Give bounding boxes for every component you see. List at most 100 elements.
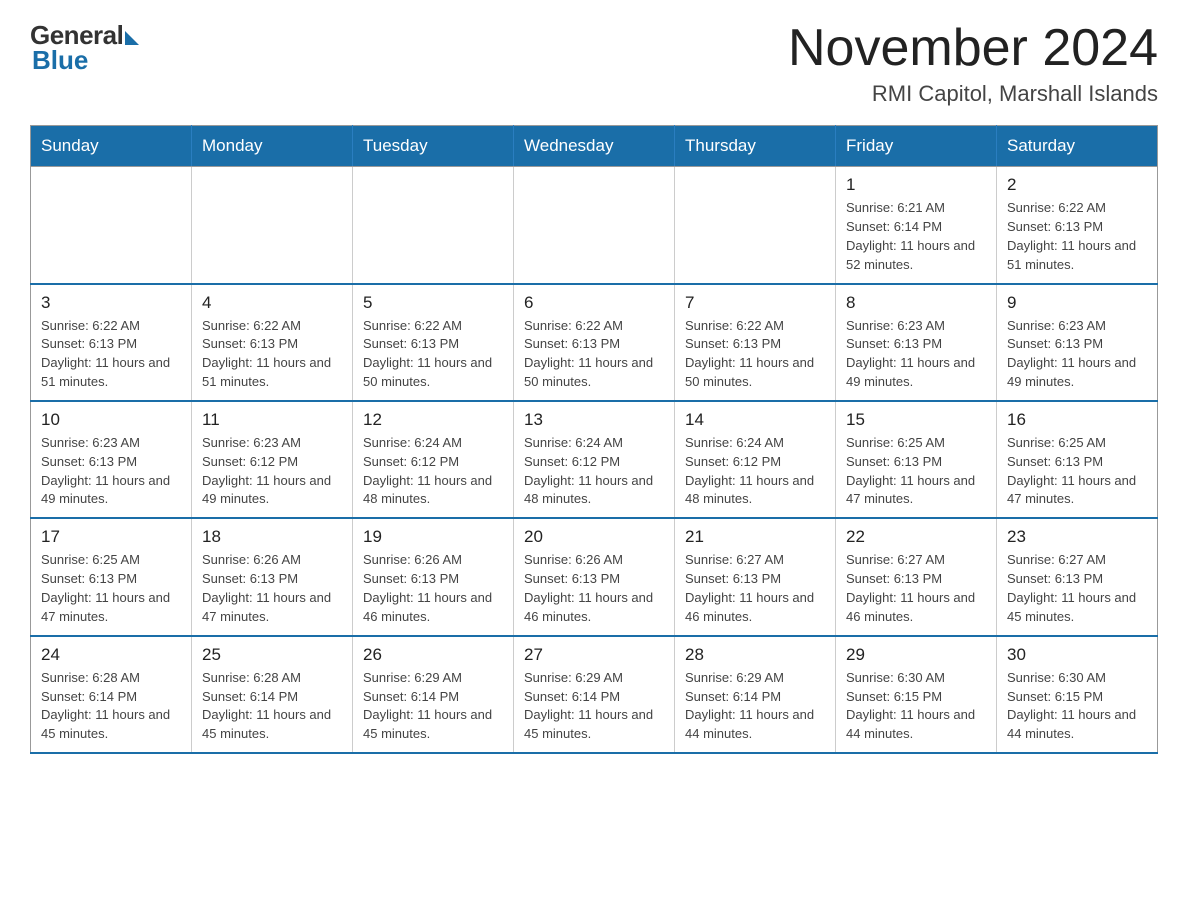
day-info: Sunrise: 6:25 AMSunset: 6:13 PMDaylight:… <box>846 434 986 509</box>
calendar-day-cell: 14 Sunrise: 6:24 AMSunset: 6:12 PMDayligh… <box>675 401 836 518</box>
calendar-day-cell: 8 Sunrise: 6:23 AMSunset: 6:13 PMDaylight… <box>836 284 997 401</box>
day-info: Sunrise: 6:29 AMSunset: 6:14 PMDaylight:… <box>685 669 825 744</box>
day-number: 4 <box>202 293 342 313</box>
calendar-week-row: 3 Sunrise: 6:22 AMSunset: 6:13 PMDaylight… <box>31 284 1158 401</box>
day-number: 11 <box>202 410 342 430</box>
day-number: 5 <box>363 293 503 313</box>
title-area: November 2024 RMI Capitol, Marshall Isla… <box>788 20 1158 107</box>
calendar-day-cell: 13Sunrise: 6:24 AMSunset: 6:12 PMDayligh… <box>514 401 675 518</box>
logo: General Blue <box>30 20 139 76</box>
calendar-day-cell: 11 Sunrise: 6:23 AMSunset: 6:12 PMDayligh… <box>192 401 353 518</box>
calendar-day-cell: 12 Sunrise: 6:24 AMSunset: 6:12 PMDayligh… <box>353 401 514 518</box>
calendar-day-cell <box>514 167 675 284</box>
day-number: 25 <box>202 645 342 665</box>
col-thursday: Thursday <box>675 126 836 167</box>
day-info: Sunrise: 6:22 AMSunset: 6:13 PMDaylight:… <box>524 317 664 392</box>
logo-blue-text: Blue <box>32 45 88 76</box>
col-wednesday: Wednesday <box>514 126 675 167</box>
calendar-day-cell: 16 Sunrise: 6:25 AMSunset: 6:13 PMDayligh… <box>997 401 1158 518</box>
logo-triangle-icon <box>125 31 139 45</box>
day-info: Sunrise: 6:26 AMSunset: 6:13 PMDaylight:… <box>524 551 664 626</box>
calendar-table: Sunday Monday Tuesday Wednesday Thursday… <box>30 125 1158 754</box>
calendar-day-cell: 9 Sunrise: 6:23 AMSunset: 6:13 PMDaylight… <box>997 284 1158 401</box>
calendar-day-cell: 30 Sunrise: 6:30 AMSunset: 6:15 PMDayligh… <box>997 636 1158 753</box>
day-number: 2 <box>1007 175 1147 195</box>
page-header: General Blue November 2024 RMI Capitol, … <box>30 20 1158 107</box>
day-number: 28 <box>685 645 825 665</box>
day-number: 30 <box>1007 645 1147 665</box>
calendar-day-cell: 26 Sunrise: 6:29 AMSunset: 6:14 PMDayligh… <box>353 636 514 753</box>
day-info: Sunrise: 6:29 AMSunset: 6:14 PMDaylight:… <box>363 669 503 744</box>
day-info: Sunrise: 6:24 AMSunset: 6:12 PMDaylight:… <box>363 434 503 509</box>
day-number: 3 <box>41 293 181 313</box>
day-number: 22 <box>846 527 986 547</box>
day-number: 15 <box>846 410 986 430</box>
day-info: Sunrise: 6:23 AMSunset: 6:13 PMDaylight:… <box>41 434 181 509</box>
day-number: 8 <box>846 293 986 313</box>
day-info: Sunrise: 6:26 AMSunset: 6:13 PMDaylight:… <box>363 551 503 626</box>
day-info: Sunrise: 6:29 AMSunset: 6:14 PMDaylight:… <box>524 669 664 744</box>
calendar-week-row: 17 Sunrise: 6:25 AMSunset: 6:13 PMDayligh… <box>31 518 1158 635</box>
calendar-day-cell <box>192 167 353 284</box>
calendar-day-cell: 15 Sunrise: 6:25 AMSunset: 6:13 PMDayligh… <box>836 401 997 518</box>
day-number: 21 <box>685 527 825 547</box>
col-tuesday: Tuesday <box>353 126 514 167</box>
location-subtitle: RMI Capitol, Marshall Islands <box>788 81 1158 107</box>
day-number: 1 <box>846 175 986 195</box>
day-info: Sunrise: 6:27 AMSunset: 6:13 PMDaylight:… <box>1007 551 1147 626</box>
day-number: 27 <box>524 645 664 665</box>
day-number: 19 <box>363 527 503 547</box>
day-info: Sunrise: 6:30 AMSunset: 6:15 PMDaylight:… <box>1007 669 1147 744</box>
col-saturday: Saturday <box>997 126 1158 167</box>
day-number: 13 <box>524 410 664 430</box>
day-info: Sunrise: 6:30 AMSunset: 6:15 PMDaylight:… <box>846 669 986 744</box>
day-number: 7 <box>685 293 825 313</box>
day-number: 26 <box>363 645 503 665</box>
day-info: Sunrise: 6:25 AMSunset: 6:13 PMDaylight:… <box>41 551 181 626</box>
day-number: 12 <box>363 410 503 430</box>
col-sunday: Sunday <box>31 126 192 167</box>
day-number: 16 <box>1007 410 1147 430</box>
calendar-day-cell: 4 Sunrise: 6:22 AMSunset: 6:13 PMDaylight… <box>192 284 353 401</box>
calendar-day-cell: 17 Sunrise: 6:25 AMSunset: 6:13 PMDayligh… <box>31 518 192 635</box>
month-title: November 2024 <box>788 20 1158 77</box>
calendar-day-cell: 2 Sunrise: 6:22 AMSunset: 6:13 PMDaylight… <box>997 167 1158 284</box>
day-info: Sunrise: 6:22 AMSunset: 6:13 PMDaylight:… <box>41 317 181 392</box>
day-info: Sunrise: 6:22 AMSunset: 6:13 PMDaylight:… <box>1007 199 1147 274</box>
day-info: Sunrise: 6:21 AMSunset: 6:14 PMDaylight:… <box>846 199 986 274</box>
calendar-day-cell: 29 Sunrise: 6:30 AMSunset: 6:15 PMDayligh… <box>836 636 997 753</box>
day-info: Sunrise: 6:23 AMSunset: 6:13 PMDaylight:… <box>846 317 986 392</box>
day-number: 23 <box>1007 527 1147 547</box>
day-info: Sunrise: 6:27 AMSunset: 6:13 PMDaylight:… <box>846 551 986 626</box>
calendar-day-cell: 23 Sunrise: 6:27 AMSunset: 6:13 PMDayligh… <box>997 518 1158 635</box>
day-number: 9 <box>1007 293 1147 313</box>
day-info: Sunrise: 6:26 AMSunset: 6:13 PMDaylight:… <box>202 551 342 626</box>
day-info: Sunrise: 6:25 AMSunset: 6:13 PMDaylight:… <box>1007 434 1147 509</box>
calendar-day-cell: 5Sunrise: 6:22 AMSunset: 6:13 PMDaylight… <box>353 284 514 401</box>
calendar-day-cell: 24Sunrise: 6:28 AMSunset: 6:14 PMDayligh… <box>31 636 192 753</box>
day-number: 20 <box>524 527 664 547</box>
day-info: Sunrise: 6:22 AMSunset: 6:13 PMDaylight:… <box>685 317 825 392</box>
calendar-day-cell: 22 Sunrise: 6:27 AMSunset: 6:13 PMDayligh… <box>836 518 997 635</box>
calendar-day-cell: 21Sunrise: 6:27 AMSunset: 6:13 PMDayligh… <box>675 518 836 635</box>
day-number: 29 <box>846 645 986 665</box>
calendar-day-cell: 7 Sunrise: 6:22 AMSunset: 6:13 PMDaylight… <box>675 284 836 401</box>
col-friday: Friday <box>836 126 997 167</box>
calendar-day-cell: 1 Sunrise: 6:21 AMSunset: 6:14 PMDaylight… <box>836 167 997 284</box>
calendar-header-row: Sunday Monday Tuesday Wednesday Thursday… <box>31 126 1158 167</box>
day-info: Sunrise: 6:24 AMSunset: 6:12 PMDaylight:… <box>685 434 825 509</box>
day-info: Sunrise: 6:23 AMSunset: 6:12 PMDaylight:… <box>202 434 342 509</box>
calendar-day-cell <box>675 167 836 284</box>
day-number: 14 <box>685 410 825 430</box>
day-number: 24 <box>41 645 181 665</box>
calendar-week-row: 10Sunrise: 6:23 AMSunset: 6:13 PMDayligh… <box>31 401 1158 518</box>
day-number: 17 <box>41 527 181 547</box>
calendar-day-cell: 25Sunrise: 6:28 AMSunset: 6:14 PMDayligh… <box>192 636 353 753</box>
calendar-day-cell <box>31 167 192 284</box>
day-info: Sunrise: 6:23 AMSunset: 6:13 PMDaylight:… <box>1007 317 1147 392</box>
day-info: Sunrise: 6:22 AMSunset: 6:13 PMDaylight:… <box>202 317 342 392</box>
day-number: 18 <box>202 527 342 547</box>
calendar-day-cell: 20 Sunrise: 6:26 AMSunset: 6:13 PMDayligh… <box>514 518 675 635</box>
calendar-day-cell: 28 Sunrise: 6:29 AMSunset: 6:14 PMDayligh… <box>675 636 836 753</box>
calendar-day-cell: 27 Sunrise: 6:29 AMSunset: 6:14 PMDayligh… <box>514 636 675 753</box>
